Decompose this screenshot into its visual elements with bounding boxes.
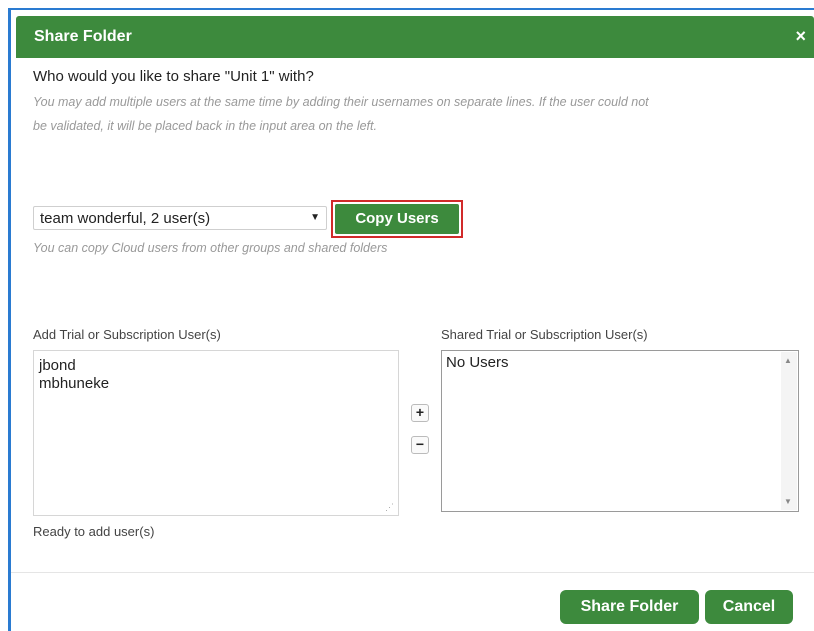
chevron-down-icon: ▼	[310, 212, 320, 223]
remove-user-button[interactable]: −	[411, 436, 429, 454]
share-hint-line-1: You may add multiple users at the same t…	[33, 95, 649, 109]
group-select-value: team wonderful, 2 user(s)	[40, 210, 211, 227]
add-users-status: Ready to add user(s)	[33, 524, 155, 539]
footer-divider	[11, 572, 814, 573]
add-users-textarea[interactable]: jbond mbhuneke ⋰	[33, 350, 399, 516]
scroll-down-icon[interactable]: ▼	[784, 497, 792, 506]
resize-handle-icon[interactable]: ⋰	[385, 503, 394, 512]
add-user-button[interactable]: +	[411, 404, 429, 422]
scroll-up-icon[interactable]: ▲	[784, 356, 792, 365]
share-folder-button[interactable]: Share Folder	[560, 590, 699, 624]
copy-users-highlight: Copy Users	[331, 200, 463, 238]
shared-users-scrollbar[interactable]: ▲ ▼	[781, 352, 797, 510]
shared-user-line: No Users	[446, 354, 509, 371]
dialog-titlebar: Share Folder ×	[16, 16, 814, 58]
close-icon[interactable]: ×	[795, 25, 806, 47]
group-select[interactable]: team wonderful, 2 user(s) ▼	[33, 206, 327, 230]
cancel-button[interactable]: Cancel	[705, 590, 793, 624]
share-hint-line-2: be validated, it will be placed back in …	[33, 119, 377, 133]
share-folder-dialog: Share Folder × Who would you like to sha…	[11, 10, 814, 631]
add-users-label: Add Trial or Subscription User(s)	[33, 327, 221, 342]
copy-hint: You can copy Cloud users from other grou…	[33, 241, 388, 255]
share-question: Who would you like to share "Unit 1" wit…	[33, 68, 314, 85]
dialog-title: Share Folder	[34, 28, 132, 45]
add-user-line: mbhuneke	[39, 375, 110, 392]
copy-users-button[interactable]: Copy Users	[335, 204, 459, 234]
shared-users-list[interactable]: No Users ▲ ▼	[441, 350, 799, 512]
add-user-line: jbond	[39, 357, 76, 374]
shared-users-label: Shared Trial or Subscription User(s)	[441, 327, 648, 342]
